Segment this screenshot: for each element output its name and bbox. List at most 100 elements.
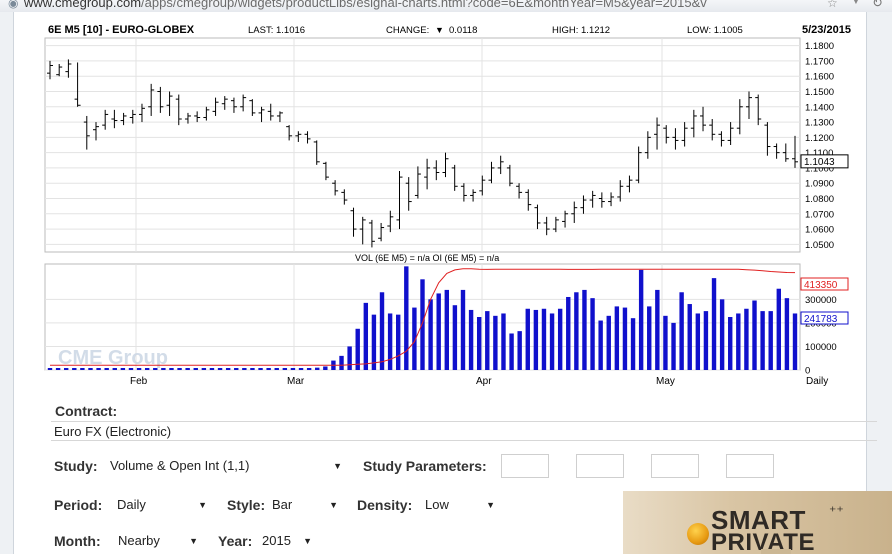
x-label-apr: Apr <box>476 376 492 387</box>
volume-bar <box>590 298 595 370</box>
volume-bar <box>517 331 522 370</box>
x-axis: Feb Mar Apr May Daily <box>130 376 828 387</box>
chart-change-value: 0.0118 <box>449 25 477 36</box>
vol-readout: 241783 <box>804 314 838 325</box>
volume-bar <box>541 308 547 370</box>
volume-bar <box>96 368 101 370</box>
x-label-daily: Daily <box>806 376 828 387</box>
volume-bar <box>371 314 377 370</box>
volume-bar <box>250 368 255 370</box>
study-select[interactable]: Volume & Open Int (1,1) ▼ <box>110 456 344 476</box>
volume-bar <box>339 355 344 370</box>
chevron-down-icon: ▼ <box>486 500 495 510</box>
price-tick-label: 1.0900 <box>805 179 834 190</box>
sparkle-icon: ⁺⁺ <box>829 503 844 519</box>
volume-bar <box>687 304 692 370</box>
volume-bar <box>258 368 263 370</box>
price-axis: 1.1800 1.1700 1.1600 1.1500 1.1400 1.1300 1.12… <box>805 41 834 251</box>
month-label: Month: <box>54 533 101 549</box>
volume-bar <box>468 309 474 370</box>
volume-bar <box>476 317 482 370</box>
volume-bar <box>460 289 466 370</box>
density-select[interactable]: Low ▼ <box>425 495 497 515</box>
volume-bar <box>768 311 773 370</box>
volume-bar <box>703 311 709 370</box>
period-select-value: Daily <box>117 497 146 512</box>
volume-bar <box>679 292 684 370</box>
volume-bar <box>792 313 798 370</box>
volume-bar <box>736 313 741 370</box>
volume-bar <box>614 306 620 370</box>
volume-bar <box>47 368 53 370</box>
month-select[interactable]: Nearby ▼ <box>118 531 200 551</box>
volume-bar <box>655 289 660 370</box>
year-label: Year: <box>218 533 253 549</box>
price-panel <box>44 37 801 253</box>
volume-bar <box>242 368 247 370</box>
coin-logo-icon <box>687 523 709 545</box>
chart-symbol-title: 6E M5 [10] - EURO-GLOBEX <box>48 24 195 36</box>
volume-bar <box>436 293 441 370</box>
volume-bar <box>622 307 628 370</box>
chart-high-price: HIGH: 1.1212 <box>552 25 610 36</box>
price-tick-label: 1.0500 <box>805 240 834 251</box>
volume-bar <box>582 289 587 370</box>
volume-bar <box>404 266 409 370</box>
year-select-value: 2015 <box>262 533 291 548</box>
price-tick-label: 1.1300 <box>805 118 834 129</box>
volume-bar <box>493 315 498 370</box>
volume-bar <box>120 368 126 370</box>
price-tick-label: 1.0800 <box>805 194 834 205</box>
style-select-value: Bar <box>272 497 293 512</box>
volume-bar <box>323 366 328 370</box>
volume-bar <box>452 305 458 370</box>
study-param-input-3[interactable] <box>651 454 699 478</box>
volume-bar <box>760 311 765 370</box>
smart-private-ad-banner[interactable]: SMART PRIVATE ⁺⁺ <box>623 491 892 554</box>
period-select[interactable]: Daily ▼ <box>117 495 209 515</box>
price-tick-label: 1.1700 <box>805 56 834 67</box>
volume-bar <box>306 368 312 370</box>
chart-low-price: LOW: 1.1005 <box>687 25 743 36</box>
volume-bar <box>379 292 385 370</box>
volume-bar <box>784 298 790 370</box>
style-label: Style: <box>227 497 266 513</box>
study-parameters-label: Study Parameters: <box>363 458 487 474</box>
x-label-may: May <box>656 376 675 387</box>
style-select[interactable]: Bar ▼ <box>272 495 340 515</box>
volume-tick-label: 0 <box>805 366 810 377</box>
volume-bar <box>185 368 190 370</box>
chevron-down-icon: ▼ <box>333 461 342 471</box>
volume-bar <box>606 315 611 370</box>
volume-bar <box>387 313 393 370</box>
banner-sub-tag <box>761 549 791 554</box>
contract-label: Contract: <box>55 403 118 419</box>
study-param-input-4[interactable] <box>726 454 774 478</box>
volume-bar <box>549 313 555 370</box>
volume-bar <box>647 306 652 370</box>
study-param-input-2[interactable] <box>576 454 624 478</box>
volume-bar <box>290 368 296 370</box>
year-select[interactable]: 2015 ▼ <box>262 531 314 551</box>
volume-bar <box>363 302 369 370</box>
price-readout: 1.1043 <box>804 157 835 168</box>
chevron-down-icon: ▼ <box>329 500 338 510</box>
volume-bar <box>315 367 320 370</box>
chart-change-label: CHANGE: <box>386 25 429 36</box>
volume-bar <box>193 368 198 370</box>
volume-panel-title: VOL (6E M5) = n/a OI (6E M5) = n/a <box>355 253 499 263</box>
volume-bar <box>234 368 239 370</box>
volume-bar <box>209 368 215 370</box>
volume-bar <box>630 318 636 370</box>
volume-bar <box>752 300 757 370</box>
volume-bar <box>153 368 158 370</box>
volume-bar <box>663 315 668 370</box>
study-param-input-1[interactable] <box>501 454 549 478</box>
volume-bar <box>72 368 77 370</box>
oi-readout: 413350 <box>804 280 838 291</box>
contract-field[interactable]: Euro FX (Electronic) <box>51 421 877 441</box>
price-tick-label: 1.1800 <box>805 41 834 52</box>
chart-change-arrow: ▼ <box>435 25 444 35</box>
volume-bar <box>396 314 401 370</box>
volume-bar <box>201 368 207 370</box>
